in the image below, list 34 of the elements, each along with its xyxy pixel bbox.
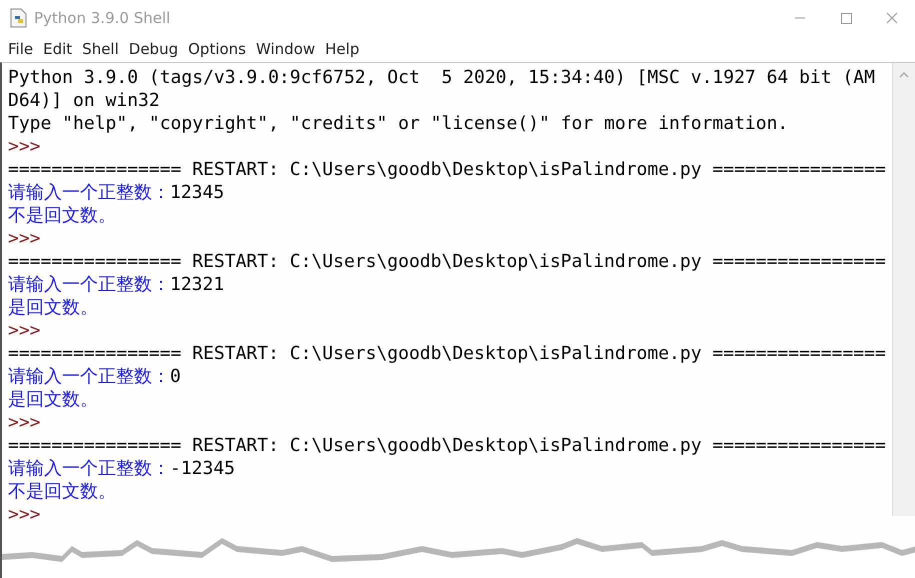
input-value: 12345 — [170, 181, 224, 204]
shell-prompt: >>> — [8, 411, 41, 434]
window-title: Python 3.9.0 Shell — [34, 8, 170, 26]
restart-text: ================ RESTART: C:\Users\goodb\Desktop\isPalindrome.py ================ — [8, 342, 886, 365]
menu-item[interactable]: Options — [184, 40, 250, 58]
scroll-bar[interactable] — [892, 63, 915, 516]
menu-item[interactable]: File — [4, 40, 38, 58]
input-value: -12345 — [170, 457, 236, 480]
shell-prompt: >>> — [8, 319, 41, 342]
result-text: 不是回文数。 — [8, 204, 116, 227]
menu-item[interactable]: Edit — [39, 40, 76, 58]
input-prompt: 请输入一个正整数： — [8, 457, 170, 480]
shell-prompt: >>> — [8, 227, 41, 250]
menu-item[interactable]: Shell — [78, 40, 123, 58]
menu-item[interactable]: Debug — [124, 40, 182, 58]
restart-text: ================ RESTART: C:\Users\goodb\Desktop\isPalindrome.py ================ — [8, 250, 886, 273]
output-text: D64)] on win32 — [8, 89, 160, 112]
input-prompt: 请输入一个正整数： — [8, 273, 170, 296]
restart-text: ================ RESTART: C:\Users\goodb\Desktop\isPalindrome.py ================ — [8, 158, 886, 181]
python-file-icon — [10, 8, 28, 28]
menu-item[interactable]: Window — [252, 40, 320, 58]
input-prompt: 请输入一个正整数： — [8, 181, 170, 204]
menu-item[interactable]: Help — [321, 40, 364, 58]
shell-prompt: >>> — [8, 135, 41, 158]
input-prompt: 请输入一个正整数： — [8, 365, 170, 388]
result-text: 不是回文数。 — [8, 480, 116, 503]
shell-prompt: >>> — [8, 503, 41, 526]
result-text: 是回文数。 — [8, 296, 98, 319]
result-text: 是回文数。 — [8, 388, 98, 411]
restart-text: ================ RESTART: C:\Users\goodb\Desktop\isPalindrome.py ================ — [8, 434, 886, 457]
output-text: Python 3.9.0 (tags/v3.9.0:9cf6752, Oct 5 2020, 15:34:40) [MSC v.1927 64 bit (AM — [8, 66, 875, 89]
input-value: 12321 — [170, 273, 224, 296]
input-value: 0 — [170, 365, 181, 388]
output-text: Type "help", "copyright", "credits" or "license()" for more information. — [8, 112, 788, 135]
